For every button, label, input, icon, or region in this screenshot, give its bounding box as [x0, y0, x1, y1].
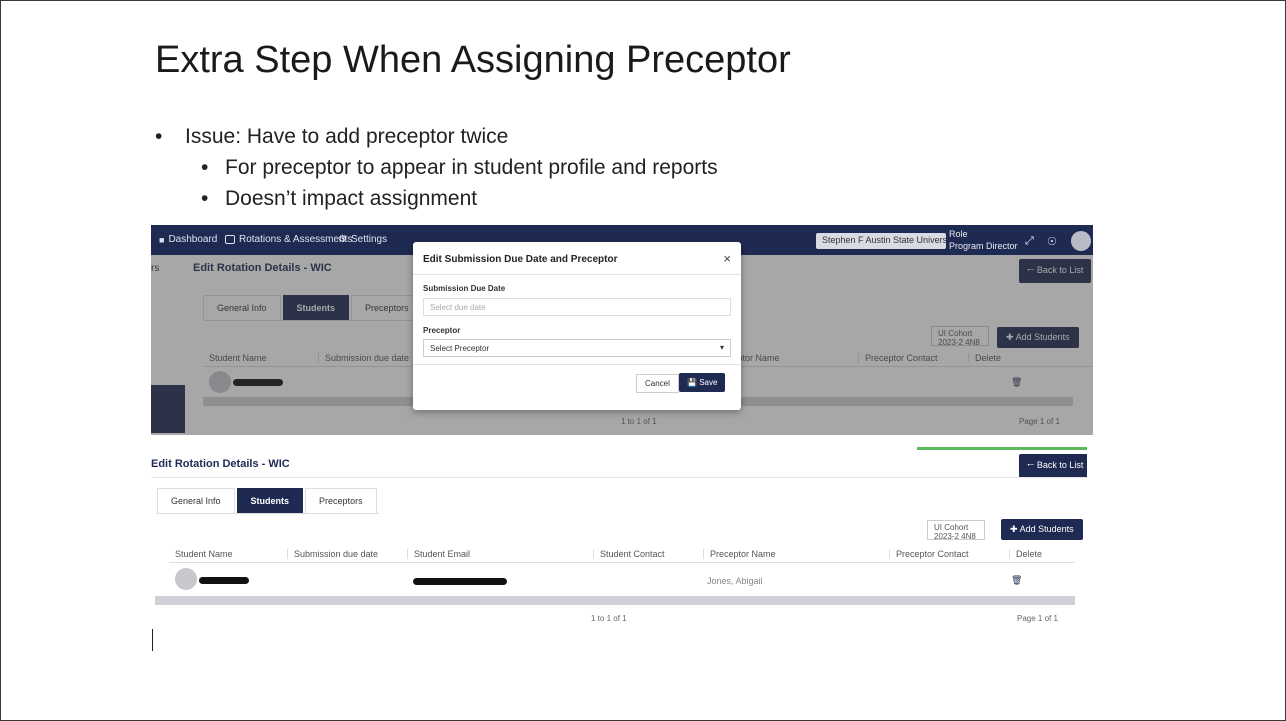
cancel-button[interactable]: Cancel — [636, 374, 679, 393]
redacted-student-email — [413, 578, 507, 585]
col-submission-due[interactable]: Submission due date — [287, 548, 407, 559]
back-to-list-label: Back to List — [1036, 460, 1084, 470]
col-preceptor-contact[interactable]: Preceptor Contact — [889, 548, 1009, 559]
role-label: Role — [949, 229, 968, 239]
nav-rotations[interactable]: Rotations & Assessments — [225, 234, 352, 245]
tab-students[interactable]: Students — [236, 488, 304, 513]
save-label: Save — [699, 378, 718, 387]
tab-bar: General Info Students Preceptors — [157, 488, 379, 514]
pager-page: Page 1 of 1 — [1017, 614, 1058, 623]
slide: Extra Step When Assigning Preceptor Issu… — [0, 0, 1286, 721]
text-cursor — [152, 629, 153, 651]
screenshot-students-grid: Edit Rotation Details - WIC 🠀 Back to Li… — [151, 444, 1087, 642]
modal-divider — [413, 274, 741, 275]
nav-settings[interactable]: ⚙ Settings — [338, 234, 387, 245]
bell-icon[interactable]: ☉ — [1047, 235, 1057, 248]
col-student-email[interactable]: Student Email — [407, 548, 593, 559]
nav-rotations-label: Rotations & Assessments — [239, 234, 353, 245]
preceptor-select-value: Select Preceptor — [430, 344, 490, 353]
nav-dashboard[interactable]: ■ Dashboard — [159, 234, 217, 245]
horizontal-scrollbar[interactable] — [155, 596, 1075, 605]
trash-icon[interactable]: 🗑 — [1011, 575, 1022, 586]
screenshot-modal: ■ Dashboard Rotations & Assessments ⚙ Se… — [151, 225, 1093, 435]
edit-due-date-modal: Edit Submission Due Date and Preceptor ×… — [413, 242, 741, 410]
save-icon: 💾 — [687, 378, 697, 387]
plus-circle-icon: ✚ — [1010, 524, 1018, 534]
bullet-list: Issue: Have to add preceptor twice For p… — [155, 121, 718, 214]
modal-title: Edit Submission Due Date and Preceptor — [423, 254, 618, 265]
nav-dashboard-label: Dashboard — [168, 234, 218, 245]
tab-general-info[interactable]: General Info — [157, 488, 235, 513]
org-select[interactable]: Stephen F Austin State Universi... — [816, 233, 946, 249]
role-select[interactable]: Role Program Director — [949, 228, 1018, 252]
col-delete[interactable]: Delete — [1009, 548, 1069, 559]
header-divider — [151, 477, 1087, 478]
col-student-contact[interactable]: Student Contact — [593, 548, 703, 559]
bullet-profile-reports: For preceptor to appear in student profi… — [201, 152, 718, 183]
preceptor-select[interactable]: Select Preceptor ▾ — [423, 339, 731, 357]
pager-count: 1 to 1 of 1 — [591, 614, 627, 623]
modal-footer-divider — [413, 364, 741, 365]
role-value: Program Director — [949, 241, 1018, 251]
preceptor-label: Preceptor — [423, 326, 461, 335]
arrow-left-icon: 🠀 — [1027, 460, 1035, 470]
grid-header: Student Name Submission due date Student… — [169, 545, 1075, 563]
student-avatar — [175, 568, 197, 590]
nav-settings-label: Settings — [350, 234, 388, 245]
preceptor-name-cell: Jones, Abigail — [707, 576, 763, 586]
back-to-list-button[interactable]: 🠀 Back to List — [1019, 454, 1087, 478]
slide-title: Extra Step When Assigning Preceptor — [155, 39, 791, 81]
due-date-input[interactable]: Select due date — [423, 298, 731, 316]
due-date-label: Submission Due Date — [423, 284, 506, 293]
add-students-button[interactable]: ✚ Add Students — [1001, 519, 1083, 540]
gear-icon: ⚙ — [338, 234, 347, 245]
bullet-no-impact: Doesn’t impact assignment — [201, 183, 718, 214]
col-student-name[interactable]: Student Name — [169, 549, 287, 559]
cohort-select[interactable]: UI Cohort 2023-2 4N8 — [927, 520, 985, 540]
avatar[interactable] — [1071, 231, 1091, 251]
success-progress-bar — [917, 447, 1087, 450]
dashboard-icon: ■ — [159, 234, 165, 245]
close-icon[interactable]: × — [723, 251, 731, 266]
bullet-issue: Issue: Have to add preceptor twice — [155, 121, 718, 152]
monitor-icon — [225, 235, 235, 244]
tab-preceptors[interactable]: Preceptors — [305, 488, 377, 513]
save-button[interactable]: 💾 Save — [679, 373, 726, 392]
col-preceptor-name[interactable]: Preceptor Name — [703, 548, 889, 559]
redacted-student-name — [199, 577, 249, 584]
expand-icon[interactable]: ⤢ — [1025, 235, 1034, 248]
page-title: Edit Rotation Details - WIC — [151, 458, 290, 470]
add-students-label: Add Students — [1019, 524, 1074, 534]
chevron-down-icon: ▾ — [719, 343, 724, 352]
